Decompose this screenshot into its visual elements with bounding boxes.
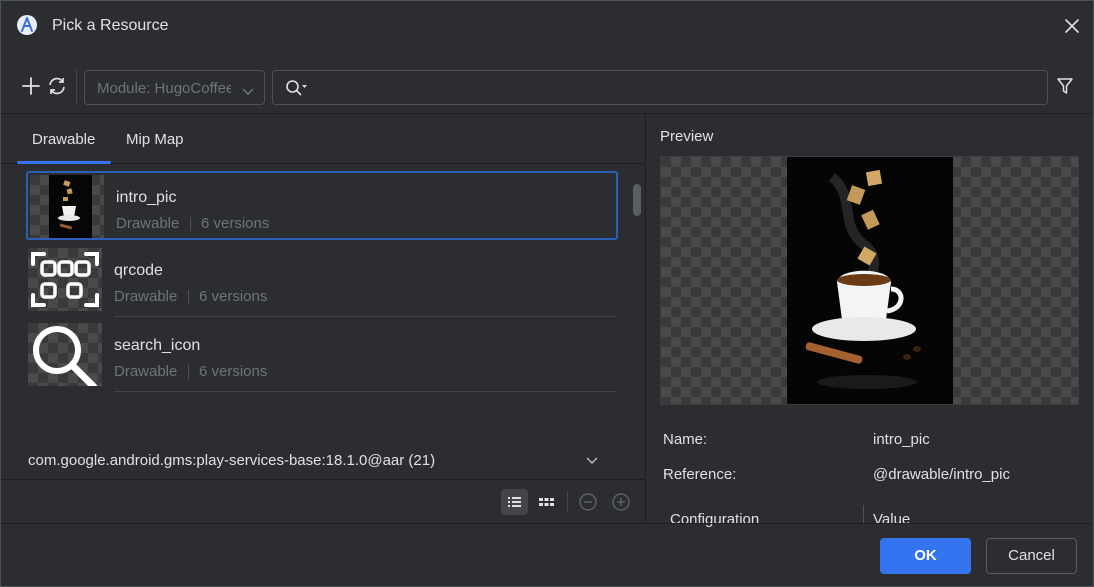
grid-view-icon[interactable] [533,489,560,515]
search-field[interactable] [272,70,1048,105]
tab-mip-map[interactable]: Mip Map [126,131,184,148]
meta-separator [188,365,189,379]
row-divider [114,391,616,392]
active-tab-indicator [17,161,111,164]
module-select[interactable]: Module: HugoCoffee [84,70,265,105]
list-item-qrcode[interactable]: qrcode Drawable 6 versions [26,246,618,317]
library-section-label: com.google.android.gms:play-services-bas… [28,452,436,469]
toolbar: Module: HugoCoffee [1,65,1093,109]
resource-versions: 6 versions [199,363,268,380]
resource-type: Drawable [116,215,180,232]
view-controls [1,485,645,521]
resource-name: search_icon [114,337,201,354]
name-value: intro_pic [873,431,930,448]
chevron-down-icon [242,83,254,101]
list-view-icon[interactable] [501,489,528,515]
zoom-in-icon[interactable] [608,489,635,515]
resource-name: qrcode [114,262,163,279]
meta-separator [190,217,191,231]
resource-tabs: Drawable Mip Map [1,114,645,164]
name-label: Name: [663,431,708,448]
dialog-title: Pick a Resource [52,17,169,34]
module-select-value: Module: HugoCoffee [97,80,231,97]
ok-button[interactable]: OK [880,538,971,574]
resource-versions: 6 versions [201,215,270,232]
resource-name: intro_pic [116,189,177,206]
plus-icon[interactable] [20,75,42,97]
toolbar-separator [76,69,77,105]
row-divider [114,316,616,317]
filter-icon[interactable] [1055,76,1075,101]
configuration-column-header: Configuration [670,511,760,528]
preview-pane: Preview Name: intro_pic Reference: @draw… [646,114,1093,528]
resource-thumbnail [28,323,102,386]
resource-thumbnail [28,248,102,311]
resource-browser: Drawable Mip Map intro_pic Drawable 6 ve… [1,114,645,523]
search-icon [285,79,309,102]
search-icon [33,326,98,386]
list-scrollbar[interactable] [633,184,641,216]
refresh-icon[interactable] [46,75,68,97]
tab-drawable[interactable]: Drawable [32,131,95,148]
zoom-out-icon[interactable] [575,489,602,515]
view-controls-separator [567,491,568,513]
meta-separator [188,290,189,304]
value-column-header: Value [873,511,911,528]
preview-canvas [660,156,1079,405]
reference-label: Reference: [663,466,737,483]
qrcode-icon [31,252,99,307]
resource-type: Drawable [114,363,178,380]
resource-picker-dialog: Pick a Resource Module: HugoCoffee Drawa… [0,0,1094,587]
resource-thumbnail [30,175,104,238]
resource-type: Drawable [114,288,178,305]
android-studio-icon [17,15,37,35]
list-item-intro-pic[interactable]: intro_pic Drawable 6 versions [26,171,618,240]
library-section-header[interactable]: com.google.android.gms:play-services-bas… [1,444,645,480]
close-icon[interactable] [1059,13,1085,39]
reference-value: @drawable/intro_pic [873,466,1010,483]
preview-image [787,157,953,404]
list-item-search-icon[interactable]: search_icon Drawable 6 versions [26,321,618,392]
cancel-button[interactable]: Cancel [986,538,1077,574]
resource-list: intro_pic Drawable 6 versions qrcode Dra… [1,169,645,392]
footer-divider [1,523,1093,524]
resource-versions: 6 versions [199,288,268,305]
preview-label: Preview [660,128,714,145]
coffee-photo-icon [49,175,92,238]
title-bar: Pick a Resource [1,1,1093,51]
search-input[interactable] [315,75,1035,101]
column-separator [863,505,864,523]
chevron-down-icon[interactable] [584,452,600,473]
